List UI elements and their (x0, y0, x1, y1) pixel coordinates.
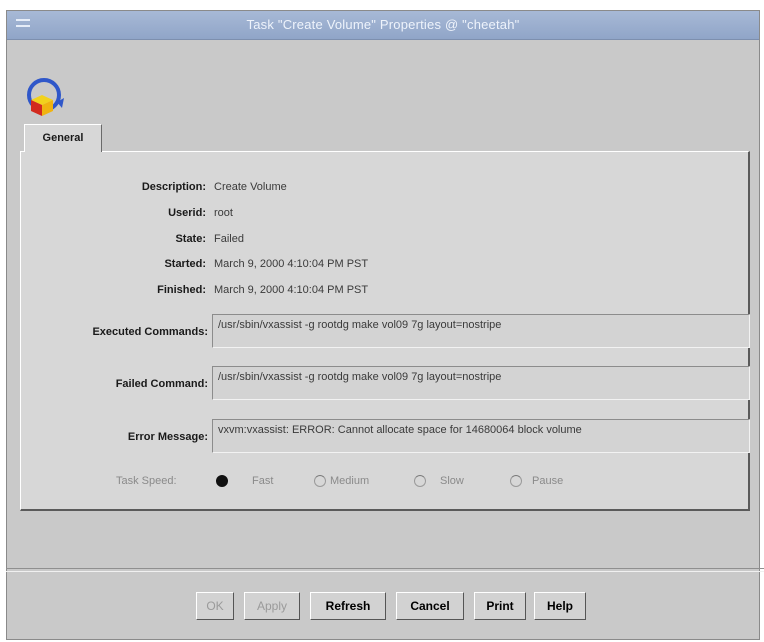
speed-slow-label: Slow (440, 475, 464, 487)
speed-fast-label: Fast (252, 475, 274, 487)
error-message-field[interactable]: vxvm:vxassist: ERROR: Cannot allocate sp… (212, 419, 750, 453)
apply-button[interactable]: Apply (244, 592, 300, 620)
description-value: Create Volume (214, 181, 287, 193)
executed-commands-label: Executed Commands: (92, 326, 208, 338)
started-label: Started: (164, 258, 206, 270)
speed-fast-radio[interactable] (216, 475, 228, 487)
title-bar[interactable]: Task "Create Volume" Properties @ "cheet… (7, 11, 759, 40)
tab-general[interactable]: General (24, 124, 102, 152)
button-separator (6, 568, 764, 572)
speed-slow-radio[interactable] (414, 475, 426, 487)
executed-commands-field[interactable]: /usr/sbin/vxassist -g rootdg make vol09 … (212, 314, 750, 348)
error-message-label: Error Message: (127, 431, 208, 443)
userid-value: root (214, 207, 233, 219)
started-value: March 9, 2000 4:10:04 PM PST (214, 258, 369, 270)
finished-label: Finished: (157, 284, 206, 296)
help-button[interactable]: Help (534, 592, 586, 620)
ok-button[interactable]: OK (196, 592, 234, 620)
failed-command-label: Failed Command: (115, 378, 208, 390)
volume-task-icon (27, 78, 64, 116)
speed-medium-radio[interactable] (314, 475, 326, 487)
cancel-button[interactable]: Cancel (396, 592, 464, 620)
print-button[interactable]: Print (474, 592, 526, 620)
speed-pause-label: Pause (532, 475, 564, 487)
description-label: Description: (141, 181, 206, 193)
refresh-button[interactable]: Refresh (310, 592, 386, 620)
task-speed-label: Task Speed: (116, 475, 177, 487)
failed-command-field[interactable]: /usr/sbin/vxassist -g rootdg make vol09 … (212, 366, 750, 400)
state-value: Failed (214, 233, 244, 245)
finished-value: March 9, 2000 4:10:04 PM PST (214, 284, 369, 296)
speed-pause-radio[interactable] (510, 475, 522, 487)
speed-medium-label: Medium (330, 475, 370, 487)
state-label: State: (175, 233, 206, 245)
window-title: Task "Create Volume" Properties @ "cheet… (246, 17, 520, 32)
userid-label: Userid: (168, 207, 206, 219)
